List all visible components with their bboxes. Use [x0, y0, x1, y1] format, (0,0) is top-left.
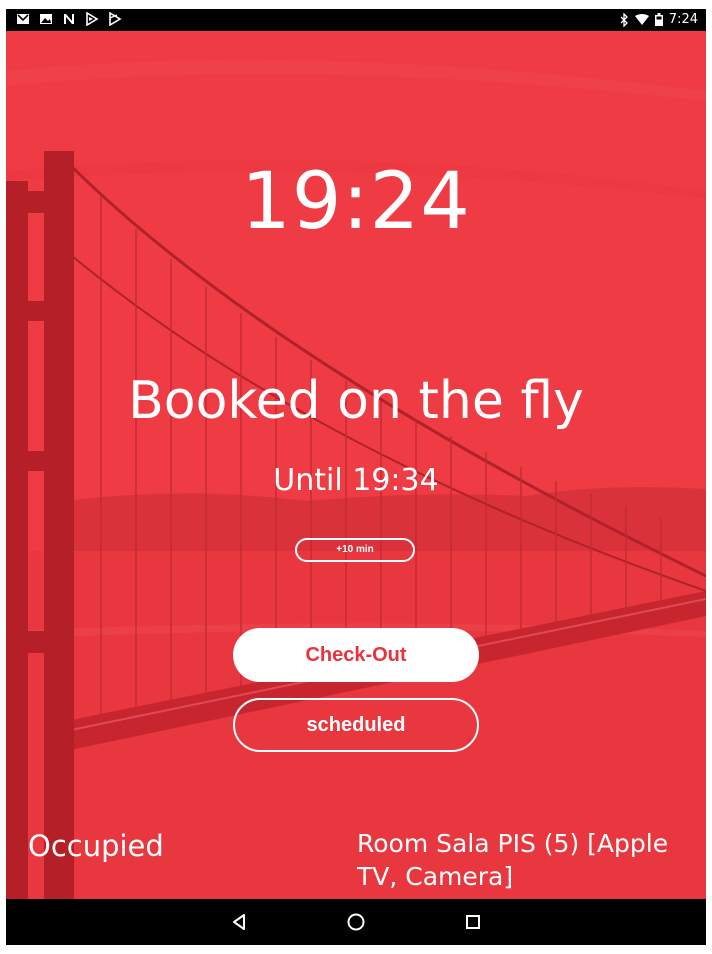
system-indicators: 7:24: [620, 12, 698, 27]
notification-icons: [16, 12, 122, 26]
status-bar: 7:24: [6, 9, 706, 31]
booking-end-time: Until 19:34: [273, 463, 439, 498]
tablet-screen: 7:24 19:24 Booked on the fly Until 19:34…: [6, 9, 706, 945]
room-name: Room Sala PIS (5) [Apple TV, Camera]: [357, 829, 669, 891]
gmail-icon: [17, 14, 29, 24]
booking-title: Booked on the fly: [128, 371, 584, 431]
check-out-button[interactable]: Check-Out: [233, 628, 479, 682]
play-movies-icon: [109, 12, 122, 26]
battery-icon: [654, 13, 663, 26]
extend-10-min-button[interactable]: +10 min: [295, 538, 415, 562]
n-app-icon: [64, 14, 74, 24]
room-status-screen: 19:24 Booked on the fly Until 19:34 +10 …: [6, 31, 706, 899]
back-triangle-icon[interactable]: [227, 910, 251, 934]
wifi-icon: [634, 13, 649, 25]
play-store-icon: [86, 12, 99, 26]
home-circle-icon[interactable]: [344, 910, 368, 934]
recents-square-icon[interactable]: [461, 910, 485, 934]
current-time-clock: 19:24: [241, 157, 471, 247]
scheduled-button[interactable]: scheduled: [233, 698, 479, 752]
image-icon: [40, 14, 52, 24]
room-status-label: Occupied: [28, 829, 164, 863]
navigation-bar: [6, 899, 706, 945]
status-time: 7:24: [668, 12, 698, 27]
bluetooth-icon: [620, 12, 628, 27]
